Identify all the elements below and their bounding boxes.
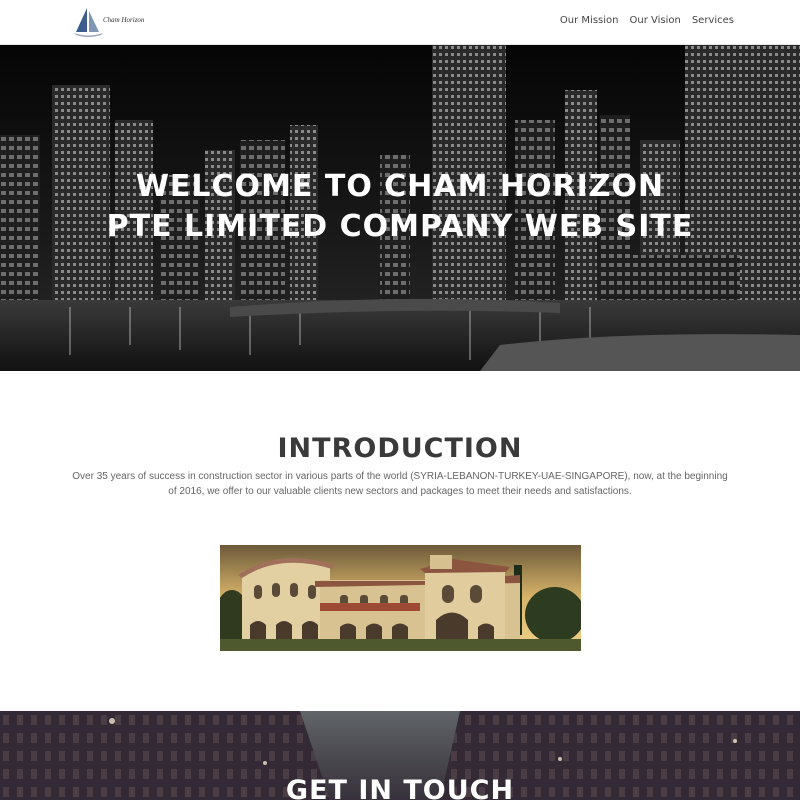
nav-services[interactable]: Services [692,15,734,26]
logo-text: Cham Horizon [103,16,145,24]
hero-section: WELCOME TO CHAM HORIZON PTE LIMITED COMP… [0,45,800,371]
get-in-touch-heading: GET IN TOUCH [285,775,515,800]
sailboat-logo-icon [74,8,103,37]
hero-title: WELCOME TO CHAM HORIZON PTE LIMITED COMP… [106,169,694,244]
logo-link[interactable]: Cham Horizon [72,5,145,37]
villa-illustration [220,545,581,651]
get-in-touch-section: GET IN TOUCH [0,711,800,800]
villa-image [220,545,581,651]
nav-our-vision[interactable]: Our Vision [629,15,680,26]
site-header: Cham Horizon Our Mission Our Vision Serv… [0,0,800,45]
introduction-text: Over 35 years of success in construction… [72,471,728,497]
introduction-heading: INTRODUCTION [277,433,523,464]
main-nav: Our Mission Our Vision Services [560,15,734,26]
nav-our-mission[interactable]: Our Mission [560,15,619,26]
